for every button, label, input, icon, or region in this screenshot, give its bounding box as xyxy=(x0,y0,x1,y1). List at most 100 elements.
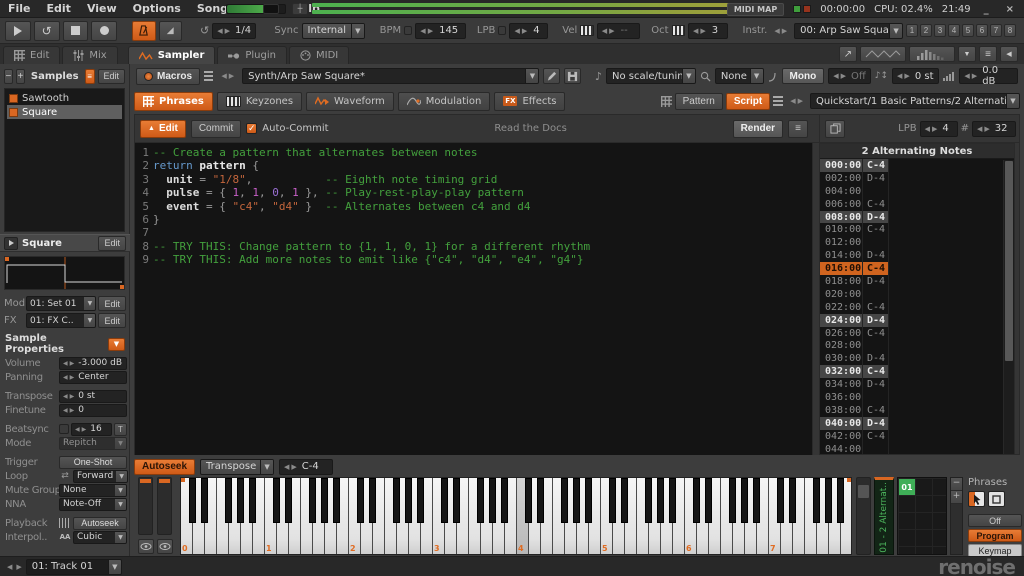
sample-item-sawtooth[interactable]: Sawtooth xyxy=(7,91,122,105)
properties-menu-button[interactable]: ▼ xyxy=(108,338,125,351)
keyzone-slider-low[interactable] xyxy=(138,477,153,535)
phrase-bank-strip[interactable]: 01 - 2 Alternat.. xyxy=(874,477,894,555)
stepper-right-arrow[interactable]: ▶ xyxy=(522,27,527,35)
playback-button[interactable]: Autoseek xyxy=(73,517,127,530)
black-key[interactable] xyxy=(477,478,484,523)
black-key[interactable] xyxy=(417,478,424,523)
sample-list[interactable]: SawtoothSquare xyxy=(4,88,125,232)
quantize-select[interactable]: None ▼ xyxy=(715,68,764,84)
detach-button[interactable]: ↗ xyxy=(839,46,857,62)
edit-mode-button[interactable]: ▲ Edit xyxy=(140,120,186,138)
chevron-down-icon[interactable]: ▼ xyxy=(351,24,364,38)
phrase-slot-01[interactable]: 01 xyxy=(899,479,915,495)
stepper-left-arrow[interactable]: ◀ xyxy=(221,72,226,80)
note-row[interactable]: 006:00C-4 xyxy=(820,198,1014,211)
stepper-left-arrow[interactable]: ◀ xyxy=(63,360,68,367)
scale-select[interactable]: No scale/tuning ▼ xyxy=(606,68,696,84)
black-key[interactable] xyxy=(729,478,736,523)
spectrum-button[interactable] xyxy=(909,46,955,62)
black-key[interactable] xyxy=(489,478,496,523)
black-key[interactable] xyxy=(789,478,796,523)
fx-select[interactable]: 01: FX C.. ▼ xyxy=(26,313,96,328)
note-row[interactable]: 022:00C-4 xyxy=(820,301,1014,314)
disk-browser-button[interactable]: ≡ xyxy=(979,46,997,62)
note-row[interactable]: 024:00D-4 xyxy=(820,314,1014,327)
tab-keyzones[interactable]: Keyzones xyxy=(217,92,302,111)
black-key[interactable] xyxy=(609,478,616,523)
note-row[interactable]: 038:00C-4 xyxy=(820,404,1014,417)
note-row[interactable]: 034:00D-4 xyxy=(820,378,1014,391)
menu-item-edit[interactable]: Edit xyxy=(39,2,79,15)
stepper-right-arrow[interactable]: ▶ xyxy=(798,97,803,105)
instr-transpose-stepper[interactable]: ◀▶ 0 st xyxy=(892,68,939,84)
chevron-down-icon[interactable]: ▼ xyxy=(525,69,538,83)
note-row[interactable]: 030:00D-4 xyxy=(820,352,1014,365)
stepper-right-arrow[interactable]: ▶ xyxy=(229,72,234,80)
master-volume-handle[interactable] xyxy=(263,4,279,14)
black-key[interactable] xyxy=(753,478,760,523)
note-row[interactable]: 016:00C-4 xyxy=(820,262,1014,275)
chevron-down-icon[interactable]: ▼ xyxy=(108,560,121,574)
stepper-left-arrow[interactable]: ◀ xyxy=(925,125,930,133)
stepper-left-arrow[interactable]: ◀ xyxy=(790,97,795,105)
pattern-follow-button[interactable]: ◢ xyxy=(159,21,182,41)
note-row[interactable]: 042:00C-4 xyxy=(820,430,1014,443)
stepper-right-arrow[interactable]: ▶ xyxy=(932,125,937,133)
phrase-preset-select[interactable]: Quickstart/1 Basic Patterns/2 Alternatin… xyxy=(810,93,1020,109)
menu-item-view[interactable]: View xyxy=(79,2,125,15)
scroll-up-button[interactable]: − xyxy=(951,478,962,491)
chevron-down-icon[interactable]: ▼ xyxy=(260,460,273,474)
stepper-left-arrow[interactable]: ◀ xyxy=(217,27,222,35)
render-button[interactable]: Render xyxy=(733,120,783,138)
bpm-stepper[interactable]: ◀▶ 145 xyxy=(415,23,465,39)
nna-select[interactable]: Note-Off▼ xyxy=(59,498,127,511)
stepper-right-arrow[interactable]: ▶ xyxy=(70,374,75,381)
note-row[interactable]: 044:00 xyxy=(820,443,1014,455)
note-row[interactable]: 018:00D-4 xyxy=(820,275,1014,288)
black-key[interactable] xyxy=(369,478,376,523)
mod-edit-button[interactable]: Edit xyxy=(98,296,126,311)
tab-mix[interactable]: Mix xyxy=(62,46,117,64)
chevron-down-icon[interactable]: ▼ xyxy=(682,69,695,83)
scopes-dropdown-button[interactable]: ▼ xyxy=(958,46,976,62)
chevron-down-icon[interactable]: ▼ xyxy=(1006,94,1019,108)
instrument-stepper[interactable]: ◀▶ xyxy=(770,23,791,39)
black-key[interactable] xyxy=(225,478,232,523)
sample-item-square[interactable]: Square xyxy=(7,105,122,119)
code-editor[interactable]: 1-- Create a pattern that alternates bet… xyxy=(135,143,813,455)
black-key[interactable] xyxy=(621,478,628,523)
phrase-grid-scrollbar[interactable]: − + xyxy=(950,477,963,555)
stepper-left-arrow[interactable]: ◀ xyxy=(897,72,902,80)
note-row[interactable]: 014:00D-4 xyxy=(820,249,1014,262)
preset-slot-2[interactable]: 2 xyxy=(920,24,932,37)
stepper-right-arrow[interactable]: ▶ xyxy=(972,72,977,80)
menu-item-file[interactable]: File xyxy=(0,2,39,15)
stepper-left-arrow[interactable]: ◀ xyxy=(75,426,80,433)
track-select[interactable]: 01: Track 01 ▼ xyxy=(26,559,122,575)
mono-button[interactable]: Mono xyxy=(782,68,825,84)
stepper-left-arrow[interactable]: ◀ xyxy=(63,393,68,400)
mode-select[interactable]: Repitch▼ xyxy=(59,437,127,450)
preset-slot-6[interactable]: 6 xyxy=(976,24,988,37)
macros-button[interactable]: Macros xyxy=(136,68,200,85)
phrase-lines-stepper[interactable]: ◀▶ 32 xyxy=(972,121,1016,137)
stepper-right-arrow[interactable]: ▶ xyxy=(428,27,433,35)
preset-slot-3[interactable]: 3 xyxy=(934,24,946,37)
stepper-right-arrow[interactable]: ▶ xyxy=(841,72,846,80)
stepper-left-arrow[interactable]: ◀ xyxy=(977,125,982,133)
note-row[interactable]: 004:00 xyxy=(820,185,1014,198)
stepper-right-arrow[interactable]: ▶ xyxy=(904,72,909,80)
black-key[interactable] xyxy=(441,478,448,523)
beatsync-tempo-button[interactable]: T xyxy=(114,423,127,436)
menu-item-options[interactable]: Options xyxy=(125,2,189,15)
black-key[interactable] xyxy=(657,478,664,523)
autoseek-button[interactable]: Autoseek xyxy=(134,459,195,475)
metronome-button[interactable] xyxy=(132,21,156,41)
tab-sampler[interactable]: Sampler xyxy=(128,46,216,64)
black-key[interactable] xyxy=(249,478,256,523)
stepper-right-arrow[interactable]: ▶ xyxy=(70,360,75,367)
phrase-draw-tool-button[interactable] xyxy=(988,491,1005,507)
black-key[interactable] xyxy=(273,478,280,523)
stop-button[interactable] xyxy=(63,21,89,41)
phrase-script-button[interactable]: Script xyxy=(726,93,770,110)
